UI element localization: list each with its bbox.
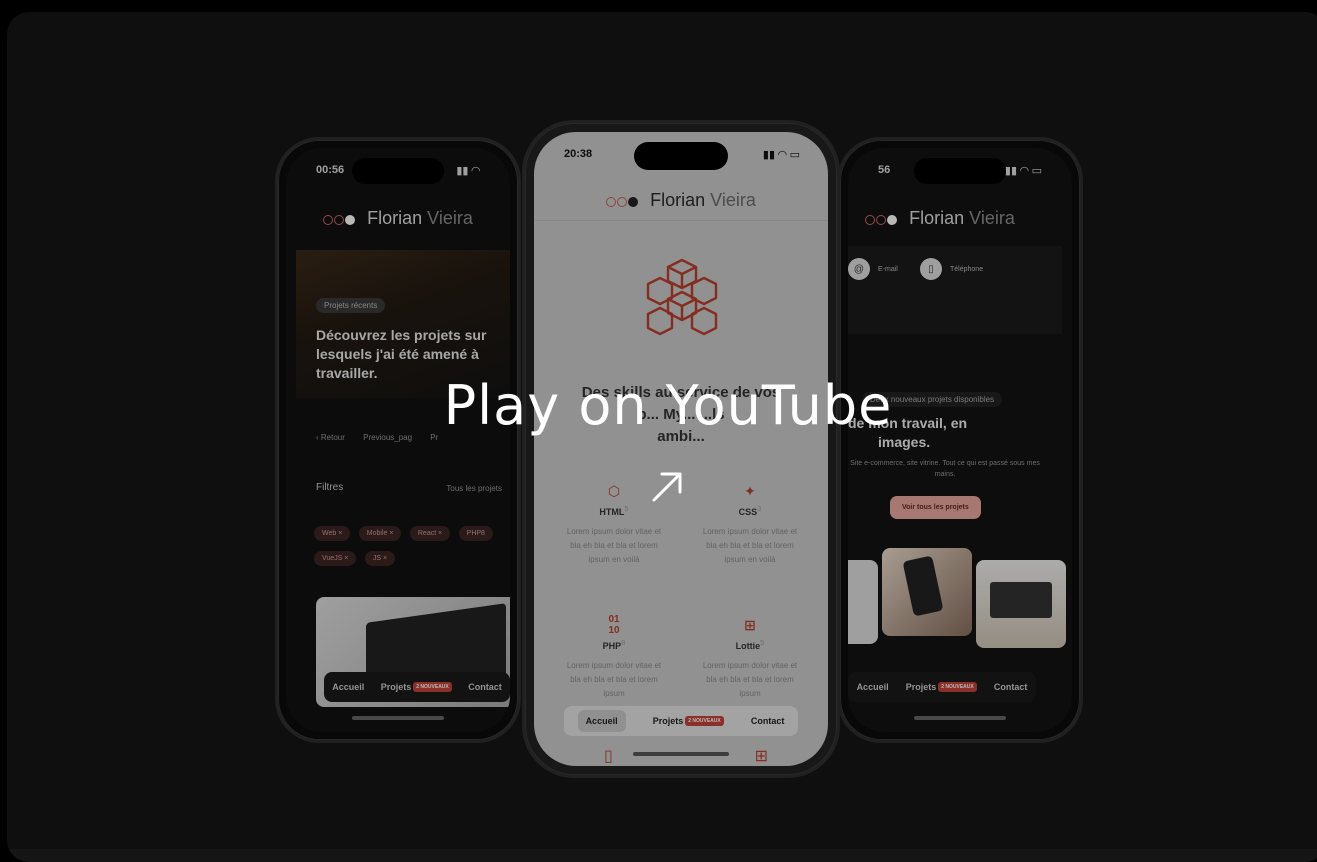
video-overlay[interactable]: Play on YouTube (0, 0, 1317, 849)
play-on-youtube-title[interactable]: Play on YouTube (0, 374, 1317, 437)
arrow-up-right-icon[interactable] (648, 466, 688, 506)
